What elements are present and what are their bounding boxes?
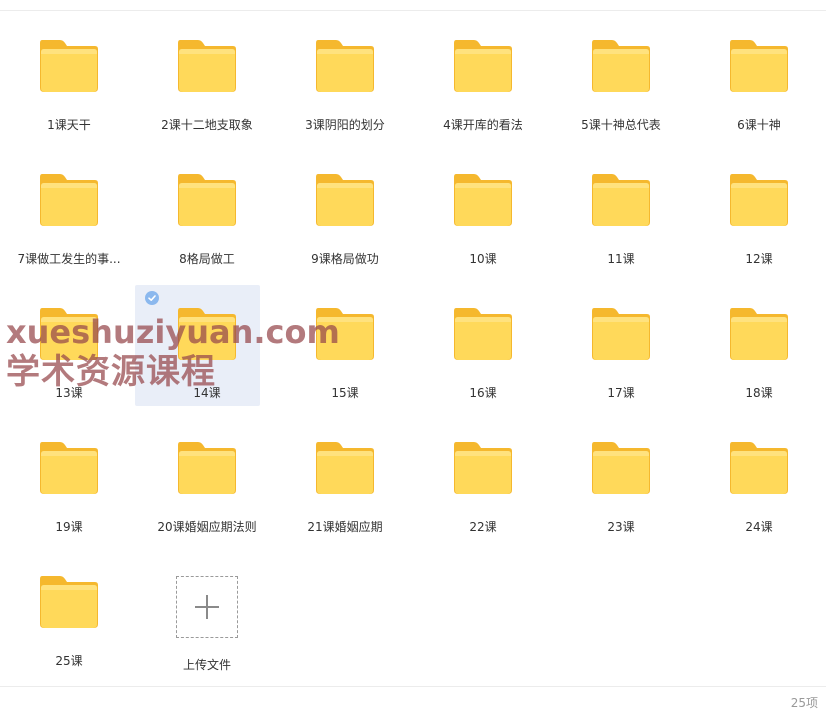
folder-icon	[454, 308, 512, 360]
folder-icon	[316, 40, 374, 92]
folder-label: 10课	[469, 252, 497, 266]
folder-label: 8格局做工	[179, 252, 235, 266]
upload-label: 上传文件	[182, 658, 231, 672]
folder-label: 12课	[745, 252, 773, 266]
folder-item[interactable]: 5课十神总代表	[552, 20, 690, 154]
folder-label: 22课	[469, 520, 497, 534]
plus-icon	[195, 595, 219, 619]
folder-label: 18课	[745, 386, 773, 400]
folder-label: 9课格局做功	[311, 252, 379, 266]
item-count: 25项	[790, 696, 818, 710]
folder-item[interactable]: 22课	[414, 422, 552, 556]
folder-label: 17课	[607, 386, 635, 400]
folder-label: 20课婚姻应期法则	[157, 520, 257, 534]
folder-item[interactable]: 17课	[552, 288, 690, 422]
folder-icon	[730, 174, 788, 226]
folder-icon	[316, 174, 374, 226]
folder-item[interactable]: 21课婚姻应期	[276, 422, 414, 556]
folder-label: 21课婚姻应期	[307, 520, 383, 534]
folder-item[interactable]: 12课	[690, 154, 826, 288]
folder-item[interactable]: 4课开库的看法	[414, 20, 552, 154]
folder-label: 25课	[55, 654, 83, 668]
folder-item[interactable]: 6课十神	[690, 20, 826, 154]
folder-item[interactable]: 24课	[690, 422, 826, 556]
folder-item[interactable]: 1课天干	[0, 20, 138, 154]
folder-item[interactable]: 18课	[690, 288, 826, 422]
folder-item[interactable]: 9课格局做功	[276, 154, 414, 288]
folder-icon	[454, 174, 512, 226]
folder-label: 5课十神总代表	[581, 118, 661, 132]
top-toolbar-edge	[0, 0, 826, 11]
folder-item[interactable]: 23课	[552, 422, 690, 556]
folder-icon	[454, 40, 512, 92]
upload-box[interactable]	[176, 576, 238, 638]
folder-icon	[592, 174, 650, 226]
folder-item[interactable]: 13课	[0, 288, 138, 422]
folder-item[interactable]: 10课	[414, 154, 552, 288]
folder-icon	[40, 40, 98, 92]
folder-label: 7课做工发生的事...	[17, 252, 121, 266]
folder-icon	[592, 308, 650, 360]
file-grid: 1课天干 2课十二地支取象 3课阴阳的划分 4课开库的看法 5课十神总代表 6课…	[0, 20, 826, 690]
folder-label: 4课开库的看法	[443, 118, 523, 132]
folder-label: 11课	[607, 252, 635, 266]
folder-item[interactable]: 8格局做工	[138, 154, 276, 288]
folder-label: 15课	[331, 386, 359, 400]
folder-icon	[730, 40, 788, 92]
folder-label: 19课	[55, 520, 83, 534]
folder-item[interactable]: 19课	[0, 422, 138, 556]
folder-icon	[454, 442, 512, 494]
folder-label: 1课天干	[47, 118, 91, 132]
folder-label: 3课阴阳的划分	[305, 118, 385, 132]
folder-icon	[40, 174, 98, 226]
folder-icon	[40, 442, 98, 494]
folder-item[interactable]: 11课	[552, 154, 690, 288]
folder-item[interactable]: 16课	[414, 288, 552, 422]
folder-label: 14课	[193, 386, 221, 400]
folder-label: 13课	[55, 386, 83, 400]
folder-label: 23课	[607, 520, 635, 534]
folder-icon	[40, 308, 98, 360]
folder-icon	[178, 40, 236, 92]
status-bar: 25项	[0, 686, 826, 714]
folder-icon	[178, 308, 236, 360]
folder-label: 6课十神	[737, 118, 781, 132]
folder-label: 16课	[469, 386, 497, 400]
folder-icon	[40, 576, 98, 628]
folder-icon	[730, 308, 788, 360]
folder-item[interactable]: 25课	[0, 556, 138, 690]
folder-item[interactable]: 14课	[138, 288, 276, 422]
folder-icon	[178, 442, 236, 494]
folder-item[interactable]: 3课阴阳的划分	[276, 20, 414, 154]
folder-icon	[316, 442, 374, 494]
folder-item[interactable]: 7课做工发生的事...	[0, 154, 138, 288]
folder-item[interactable]: 2课十二地支取象	[138, 20, 276, 154]
folder-label: 2课十二地支取象	[161, 118, 253, 132]
folder-icon	[592, 40, 650, 92]
folder-icon	[730, 442, 788, 494]
folder-icon	[316, 308, 374, 360]
folder-icon	[178, 174, 236, 226]
upload-file-button[interactable]: 上传文件	[138, 556, 276, 690]
folder-icon	[592, 442, 650, 494]
file-browser: 1课天干 2课十二地支取象 3课阴阳的划分 4课开库的看法 5课十神总代表 6课…	[0, 0, 826, 714]
folder-item[interactable]: 20课婚姻应期法则	[138, 422, 276, 556]
folder-item[interactable]: 15课	[276, 288, 414, 422]
folder-label: 24课	[745, 520, 773, 534]
